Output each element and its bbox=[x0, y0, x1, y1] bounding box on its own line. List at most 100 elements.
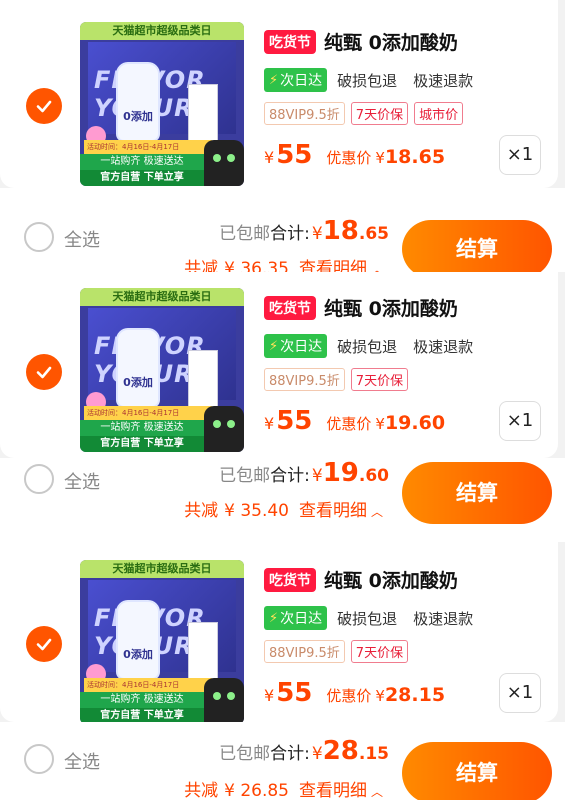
bottle-label: 0添加 bbox=[123, 110, 153, 123]
service-fast-refund: 极速退款 bbox=[413, 337, 474, 356]
total-line: 已包邮 合计: ¥ 28 .15 bbox=[219, 736, 389, 766]
product-title[interactable]: 纯甄 0添加酸奶 bbox=[324, 28, 458, 55]
checkmark-icon bbox=[36, 638, 52, 651]
select-all-label[interactable]: 全选 bbox=[64, 226, 100, 252]
product-title[interactable]: 纯甄 0添加酸奶 bbox=[324, 566, 458, 593]
total-label: 合计: bbox=[270, 744, 310, 764]
tags-row: 88VIP9.5折 7天价保 bbox=[264, 368, 409, 391]
checkout-bar: 全选 已包邮 合计: ¥ 28 .15 共减 ¥ 26.85 查看明细 ︿ 结算 bbox=[0, 722, 565, 800]
price-protect-tag: 7天价保 bbox=[350, 102, 409, 125]
image-cta: 官方自营 下单立享 bbox=[80, 170, 204, 186]
checkmark-icon bbox=[36, 366, 52, 379]
next-day-label: 次日达 bbox=[280, 73, 323, 89]
total-integer: 28 bbox=[322, 736, 359, 766]
next-day-badge: ⚡ 次日达 bbox=[264, 606, 328, 630]
total-line: 已包邮 合计: ¥ 18 .65 bbox=[219, 216, 389, 246]
select-all-radio[interactable] bbox=[24, 222, 54, 252]
discount-price: 19.60 bbox=[384, 412, 446, 434]
cart-item-card: 天猫超市超级品类日 FLAVOR YOGURT 0添加 活动时间：4月16日-4… bbox=[0, 536, 558, 724]
vip-discount-tag: 88VIP9.5折 bbox=[264, 368, 345, 391]
cart-panel: 天猫超市超级品类日 FLAVOR YOGURT 0添加 活动时间：4月16日-4… bbox=[0, 272, 565, 542]
price-protect-tag: 7天价保 bbox=[350, 640, 409, 663]
total-integer: 18 bbox=[322, 216, 359, 246]
total-label: 合计: bbox=[270, 466, 310, 486]
free-shipping-label: 已包邮 bbox=[219, 466, 271, 486]
total-currency: ¥ bbox=[311, 744, 323, 764]
bottle-label: 0添加 bbox=[123, 648, 153, 661]
yogurt-bottle bbox=[116, 600, 160, 680]
saved-amount: ¥ 35.40 bbox=[224, 501, 289, 521]
item-select-checkbox[interactable] bbox=[26, 88, 62, 124]
total-label: 合计: bbox=[270, 224, 310, 244]
select-all-label[interactable]: 全选 bbox=[64, 468, 100, 494]
select-all-radio[interactable] bbox=[24, 464, 54, 494]
price: 55 bbox=[276, 678, 313, 708]
lightning-icon: ⚡ bbox=[269, 338, 279, 354]
price-currency: ¥ bbox=[264, 414, 275, 433]
price-currency: ¥ bbox=[264, 686, 275, 705]
quantity-selector[interactable]: ×1 bbox=[499, 401, 541, 441]
total-decimal: .15 bbox=[358, 744, 389, 764]
image-slogan: 一站购齐 极速送达 bbox=[80, 420, 204, 436]
vip-discount-tag: 88VIP9.5折 bbox=[264, 102, 345, 125]
quantity-selector[interactable]: ×1 bbox=[499, 135, 541, 175]
event-badge: 吃货节 bbox=[264, 295, 316, 320]
price-currency: ¥ bbox=[264, 148, 275, 167]
next-day-badge: ⚡ 次日达 bbox=[264, 334, 328, 358]
shipping-row: ⚡ 次日达 破损包退 极速退款 bbox=[264, 334, 473, 358]
item-select-checkbox[interactable] bbox=[26, 626, 62, 662]
promo-dates: 活动时间：4月16日-4月17日 bbox=[84, 406, 212, 420]
price: 55 bbox=[276, 406, 313, 436]
promo-dates: 活动时间：4月16日-4月17日 bbox=[84, 678, 212, 692]
checkout-bar: 全选 已包邮 合计: ¥ 19 .60 共减 ¥ 35.40 查看明细 ︿ 结算 bbox=[0, 458, 565, 542]
service-fast-refund: 极速退款 bbox=[413, 609, 474, 628]
price: 55 bbox=[276, 140, 313, 170]
shipping-row: ⚡ 次日达 破损包退 极速退款 bbox=[264, 606, 473, 630]
discount-label: 优惠价 bbox=[326, 687, 372, 705]
vip-discount-tag: 88VIP9.5折 bbox=[264, 640, 345, 663]
discount-price: 28.15 bbox=[384, 684, 446, 706]
discount-currency: ¥ bbox=[375, 415, 385, 433]
item-select-checkbox[interactable] bbox=[26, 354, 62, 390]
next-day-label: 次日达 bbox=[280, 339, 323, 355]
checkout-button[interactable]: 结算 bbox=[402, 220, 552, 278]
cart-panel: 天猫超市超级品类日 FLAVOR YOGURT 0添加 活动时间：4月16日-4… bbox=[0, 0, 565, 279]
price-row: ¥ 55 优惠价 ¥ 19.60 bbox=[264, 406, 445, 436]
next-day-badge: ⚡ 次日达 bbox=[264, 68, 328, 92]
checkout-button[interactable]: 结算 bbox=[402, 742, 552, 800]
bottle-label: 0添加 bbox=[123, 376, 153, 389]
image-cta: 官方自营 下单立享 bbox=[80, 436, 204, 452]
total-currency: ¥ bbox=[311, 224, 323, 244]
saved-line: 共减 ¥ 26.85 查看明细 ︿ bbox=[184, 776, 383, 800]
product-image[interactable]: 天猫超市超级品类日 FLAVOR YOGURT 0添加 活动时间：4月16日-4… bbox=[80, 560, 244, 724]
event-badge: 吃货节 bbox=[264, 567, 316, 592]
yogurt-carton bbox=[188, 350, 218, 408]
quantity-selector[interactable]: ×1 bbox=[499, 673, 541, 713]
chevron-up-icon[interactable]: ︿ bbox=[371, 783, 383, 800]
discount-currency: ¥ bbox=[375, 687, 385, 705]
total-decimal: .60 bbox=[358, 466, 389, 486]
checkout-bar: 全选 已包邮 合计: ¥ 18 .65 共减 ¥ 36.35 查看明细 ︿ 结算 bbox=[0, 188, 565, 279]
product-image[interactable]: 天猫超市超级品类日 FLAVOR YOGURT 0添加 活动时间：4月16日-4… bbox=[80, 288, 244, 452]
view-details-link[interactable]: 查看明细 bbox=[299, 776, 367, 800]
checkout-button[interactable]: 结算 bbox=[402, 462, 552, 524]
image-slogan: 一站购齐 极速送达 bbox=[80, 154, 204, 170]
service-fast-refund: 极速退款 bbox=[413, 71, 474, 90]
event-badge: 吃货节 bbox=[264, 29, 316, 54]
tags-row: 88VIP9.5折 7天价保 bbox=[264, 640, 409, 663]
view-details-link[interactable]: 查看明细 bbox=[299, 496, 367, 521]
lightning-icon: ⚡ bbox=[269, 72, 279, 88]
price-protect-tag: 7天价保 bbox=[350, 368, 409, 391]
discount-label: 优惠价 bbox=[326, 415, 372, 433]
select-all-radio[interactable] bbox=[24, 744, 54, 774]
image-slogan: 一站购齐 极速送达 bbox=[80, 692, 204, 708]
product-title[interactable]: 纯甄 0添加酸奶 bbox=[324, 294, 458, 321]
title-row: 吃货节 纯甄 0添加酸奶 bbox=[264, 294, 458, 321]
select-all-label[interactable]: 全选 bbox=[64, 748, 100, 774]
saved-label: 共减 bbox=[184, 781, 219, 800]
cart-panel: 天猫超市超级品类日 FLAVOR YOGURT 0添加 活动时间：4月16日-4… bbox=[0, 536, 565, 800]
chevron-up-icon[interactable]: ︿ bbox=[371, 503, 383, 520]
service-damage-return: 破损包退 bbox=[337, 337, 398, 356]
product-image[interactable]: 天猫超市超级品类日 FLAVOR YOGURT 0添加 活动时间：4月16日-4… bbox=[80, 22, 244, 186]
tmall-cat-mascot-icon bbox=[204, 678, 244, 724]
